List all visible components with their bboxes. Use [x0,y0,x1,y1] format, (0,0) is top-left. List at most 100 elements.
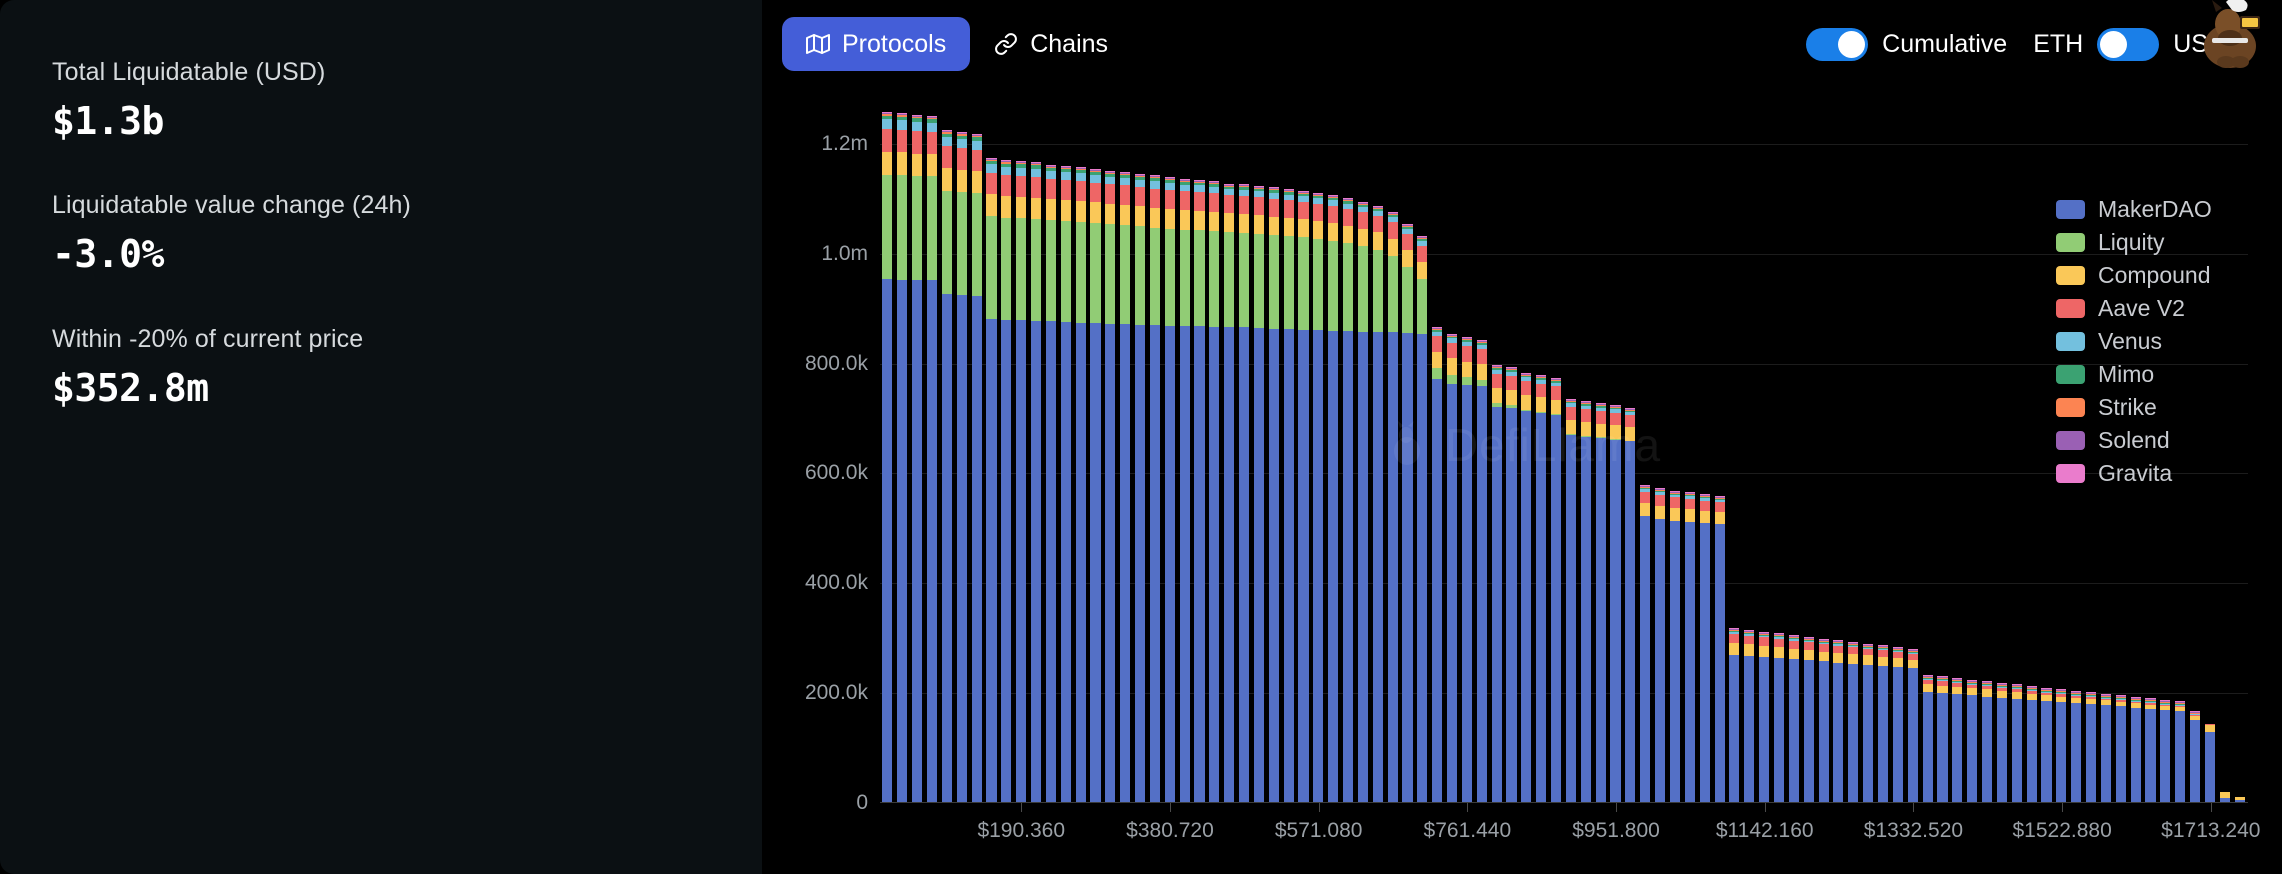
bar[interactable] [1370,100,1385,802]
legend-item-makerdao[interactable]: MakerDAO [2056,198,2256,221]
bar[interactable] [1727,100,1742,802]
bar-segment [1596,424,1606,438]
tab-chains[interactable]: Chains [970,17,1132,71]
bar[interactable] [1876,100,1891,802]
bar-segment [1744,656,1754,802]
bar-segment [1521,395,1531,410]
bar[interactable] [1296,100,1311,802]
bar[interactable] [1415,100,1430,802]
bar[interactable] [895,100,910,802]
bar-segment [1016,320,1026,802]
bar[interactable] [939,100,954,802]
bar[interactable] [1920,100,1935,802]
bar[interactable] [954,100,969,802]
bar[interactable] [1058,100,1073,802]
bar[interactable] [1326,100,1341,802]
legend-item-solend[interactable]: Solend [2056,429,2256,452]
bar[interactable] [1638,100,1653,802]
bar[interactable] [969,100,984,802]
bar[interactable] [1950,100,1965,802]
bar[interactable] [1192,100,1207,802]
bar[interactable] [1311,100,1326,802]
bar[interactable] [2039,100,2054,802]
bar[interactable] [1222,100,1237,802]
bar[interactable] [1251,100,1266,802]
bar[interactable] [1430,100,1445,802]
bar[interactable] [1073,100,1088,802]
bar[interactable] [1445,100,1460,802]
bar[interactable] [1088,100,1103,802]
bar[interactable] [2009,100,2024,802]
bar[interactable] [1861,100,1876,802]
bar[interactable] [1831,100,1846,802]
bar[interactable] [1014,100,1029,802]
bar[interactable] [1623,100,1638,802]
bar[interactable] [1281,100,1296,802]
bar[interactable] [1147,100,1162,802]
legend-item-strike[interactable]: Strike [2056,396,2256,419]
bar-segment [1789,641,1799,649]
tab-protocols[interactable]: Protocols [782,17,970,71]
bar[interactable] [1564,100,1579,802]
bar[interactable] [1489,100,1504,802]
legend-item-aave-v2[interactable]: Aave V2 [2056,297,2256,320]
bar[interactable] [910,100,925,802]
bar[interactable] [1697,100,1712,802]
bar[interactable] [1608,100,1623,802]
bar[interactable] [1682,100,1697,802]
bar[interactable] [1578,100,1593,802]
bar[interactable] [1593,100,1608,802]
bar[interactable] [1400,100,1415,802]
bar[interactable] [1266,100,1281,802]
bar[interactable] [1504,100,1519,802]
bar[interactable] [1742,100,1757,802]
bar[interactable] [1474,100,1489,802]
legend-item-venus[interactable]: Venus [2056,330,2256,353]
bar[interactable] [1029,100,1044,802]
bar[interactable] [1994,100,2009,802]
bar[interactable] [2024,100,2039,802]
bar[interactable] [1757,100,1772,802]
bar[interactable] [1801,100,1816,802]
bar[interactable] [1207,100,1222,802]
bar[interactable] [1846,100,1861,802]
currency-toggle[interactable] [2097,28,2159,61]
bar[interactable] [984,100,999,802]
bar[interactable] [1712,100,1727,802]
legend-item-mimo[interactable]: Mimo [2056,363,2256,386]
legend-item-liquity[interactable]: Liquity [2056,231,2256,254]
bar[interactable] [1980,100,1995,802]
bar-segment [1224,195,1234,213]
bar-segment [1551,400,1561,414]
bar[interactable] [1935,100,1950,802]
bar[interactable] [1341,100,1356,802]
bar[interactable] [1905,100,1920,802]
bar[interactable] [1890,100,1905,802]
bar[interactable] [1772,100,1787,802]
legend-swatch [2056,200,2085,219]
bar[interactable] [1177,100,1192,802]
bar[interactable] [1653,100,1668,802]
bar[interactable] [1460,100,1475,802]
bar[interactable] [1816,100,1831,802]
bar[interactable] [1965,100,1980,802]
cumulative-toggle[interactable] [1806,28,1868,61]
bar[interactable] [1385,100,1400,802]
bar[interactable] [925,100,940,802]
bar[interactable] [1519,100,1534,802]
bar[interactable] [1668,100,1683,802]
bar[interactable] [1118,100,1133,802]
bar[interactable] [1237,100,1252,802]
bar[interactable] [1103,100,1118,802]
bar[interactable] [1133,100,1148,802]
bar[interactable] [1534,100,1549,802]
bar[interactable] [1549,100,1564,802]
legend-item-compound[interactable]: Compound [2056,264,2256,287]
bar[interactable] [1786,100,1801,802]
bar[interactable] [999,100,1014,802]
bar[interactable] [1356,100,1371,802]
bar[interactable] [1043,100,1058,802]
bar[interactable] [1162,100,1177,802]
legend-item-gravita[interactable]: Gravita [2056,462,2256,485]
bar[interactable] [880,100,895,802]
